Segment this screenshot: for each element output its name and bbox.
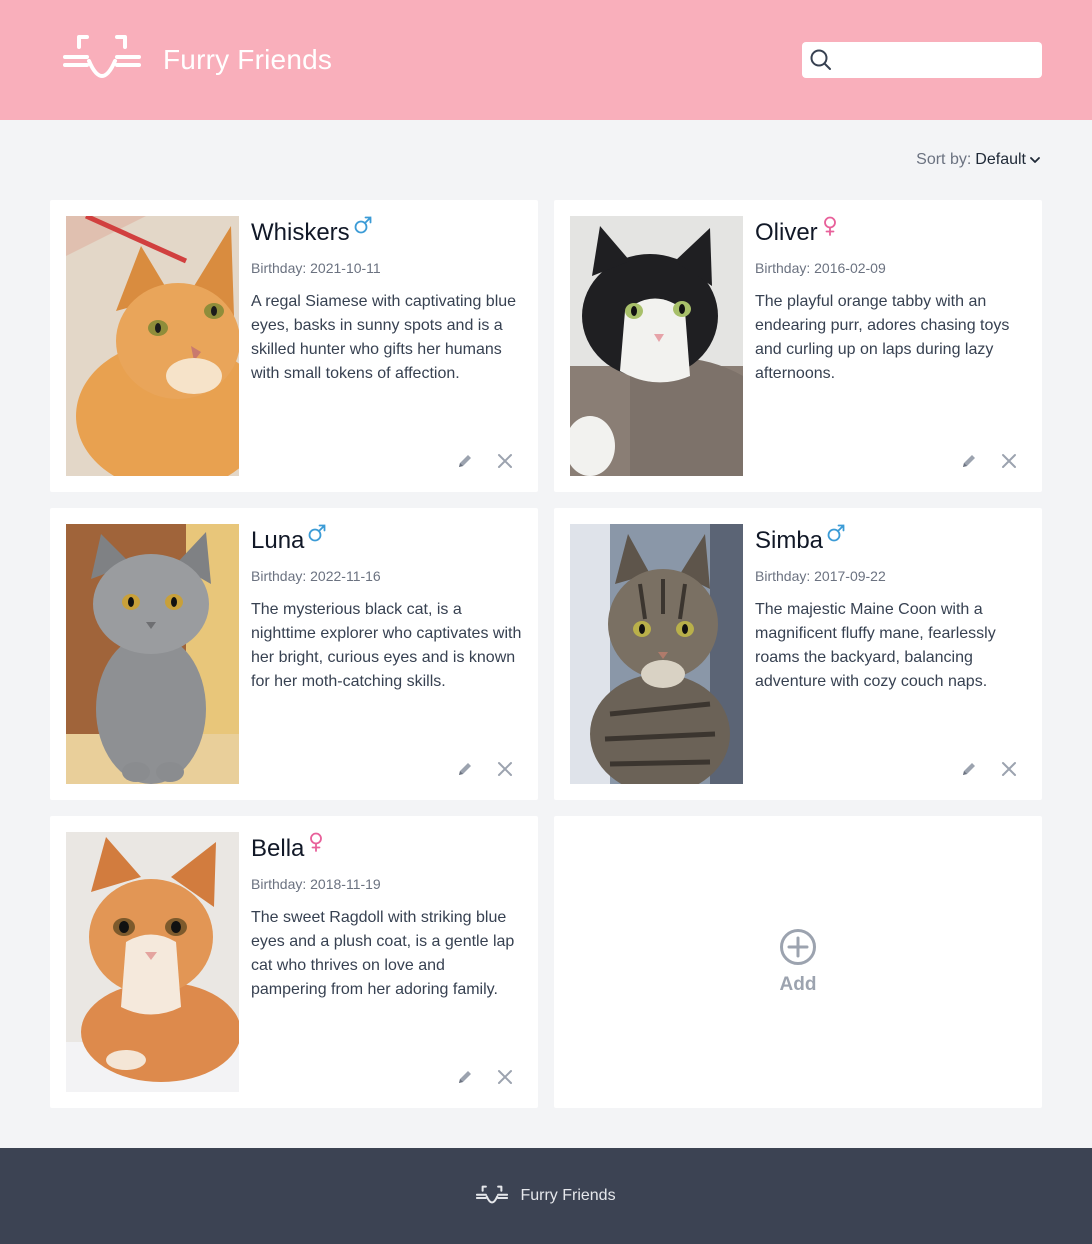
pet-name-row: Oliver: [755, 216, 1026, 248]
pencil-icon: [459, 763, 471, 775]
pencil-icon: [963, 455, 975, 467]
card-actions: [456, 452, 514, 470]
pet-name-row: Whiskers: [251, 216, 522, 248]
birthday-value: 2022-11-16: [310, 568, 381, 584]
pet-birthday: Birthday: 2018-11-19: [251, 876, 522, 892]
birthday-label: Birthday:: [755, 568, 811, 584]
card-actions: [960, 452, 1018, 470]
pet-photo: [66, 216, 239, 476]
add-pet-button[interactable]: Add: [554, 816, 1042, 1108]
search-input[interactable]: [832, 42, 1042, 78]
pet-photo: [66, 832, 239, 1092]
birthday-label: Birthday:: [251, 876, 307, 892]
pet-card: Simba Birthday: 2017-09-22 The majestic …: [554, 508, 1042, 800]
edit-button[interactable]: [456, 760, 474, 778]
pet-name: Oliver: [755, 219, 818, 246]
card-actions: [456, 760, 514, 778]
male-icon: [308, 524, 326, 542]
edit-button[interactable]: [960, 760, 978, 778]
delete-button[interactable]: [1000, 760, 1018, 778]
app-header: Furry Friends: [0, 0, 1092, 120]
cat-face-logo-icon: [476, 1185, 509, 1204]
pet-name: Luna: [251, 527, 305, 554]
pencil-icon: [459, 455, 471, 467]
app-footer: Furry Friends: [0, 1148, 1092, 1244]
pet-card: Oliver Birthday: 2016-02-09 The playful …: [554, 200, 1042, 492]
birthday-label: Birthday:: [251, 568, 307, 584]
birthday-value: 2017-09-22: [814, 568, 886, 584]
pet-name: Bella: [251, 835, 305, 862]
delete-button[interactable]: [496, 1068, 514, 1086]
pencil-icon: [963, 763, 975, 775]
pencil-icon: [459, 1071, 471, 1083]
brand[interactable]: Furry Friends: [63, 33, 332, 87]
pet-info: Whiskers Birthday: 2021-10-11 A regal Si…: [251, 216, 522, 476]
pet-name-row: Simba: [755, 524, 1026, 556]
birthday-label: Birthday:: [755, 260, 811, 276]
male-icon: [827, 524, 845, 542]
pet-info: Oliver Birthday: 2016-02-09 The playful …: [755, 216, 1026, 476]
pet-birthday: Birthday: 2016-02-09: [755, 260, 1026, 276]
pet-name: Simba: [755, 527, 824, 554]
pet-name-row: Luna: [251, 524, 522, 556]
pet-grid: Whiskers Birthday: 2021-10-11 A regal Si…: [0, 200, 1092, 1108]
pet-birthday: Birthday: 2017-09-22: [755, 568, 1026, 584]
pet-description: The sweet Ragdoll with striking blue eye…: [251, 909, 515, 998]
pet-info: Bella Birthday: 2018-11-19 The sweet Rag…: [251, 832, 522, 1092]
pet-card: Whiskers Birthday: 2021-10-11 A regal Si…: [50, 200, 538, 492]
plus-circle-icon: [780, 929, 816, 965]
delete-button[interactable]: [1000, 452, 1018, 470]
card-actions: [960, 760, 1018, 778]
pet-description: The mysterious black cat, is a nighttime…: [251, 601, 522, 690]
pet-photo: [570, 524, 743, 784]
footer-brand-name: Furry Friends: [520, 1187, 616, 1204]
delete-button[interactable]: [496, 452, 514, 470]
male-icon: [354, 216, 372, 234]
brand-name: Furry Friends: [163, 44, 333, 75]
birthday-value: 2021-10-11: [310, 260, 381, 276]
pet-description: The playful orange tabby with an endeari…: [755, 293, 1010, 382]
pet-card: Bella Birthday: 2018-11-19 The sweet Rag…: [50, 816, 538, 1108]
pet-photo: [570, 216, 743, 476]
chevron-down-icon: [1030, 157, 1040, 163]
sort-label: Sort by:: [916, 151, 972, 168]
edit-button[interactable]: [960, 452, 978, 470]
pet-name: Whiskers: [251, 219, 350, 246]
cat-face-logo-icon: [63, 35, 141, 78]
female-icon: [310, 832, 323, 852]
delete-button[interactable]: [496, 760, 514, 778]
close-icon: [498, 454, 512, 468]
sort-value: Default: [975, 151, 1026, 168]
search-icon: [810, 49, 831, 70]
birthday-value: 2018-11-19: [310, 876, 381, 892]
close-icon: [498, 1070, 512, 1084]
birthday-label: Birthday:: [251, 260, 307, 276]
pet-description: The majestic Maine Coon with a magnifice…: [755, 601, 996, 690]
pet-info: Luna Birthday: 2022-11-16 The mysterious…: [251, 524, 522, 784]
search-box[interactable]: [802, 42, 1042, 78]
pet-birthday: Birthday: 2022-11-16: [251, 568, 522, 584]
pet-card: Luna Birthday: 2022-11-16 The mysterious…: [50, 508, 538, 800]
close-icon: [1002, 454, 1016, 468]
birthday-value: 2016-02-09: [814, 260, 886, 276]
sort-dropdown[interactable]: Default: [975, 151, 1040, 169]
add-label: Add: [779, 974, 817, 995]
pet-birthday: Birthday: 2021-10-11: [251, 260, 522, 276]
pet-name-row: Bella: [251, 832, 522, 864]
pet-description: A regal Siamese with captivating blue ey…: [251, 293, 517, 382]
edit-button[interactable]: [456, 452, 474, 470]
close-icon: [498, 762, 512, 776]
female-icon: [823, 216, 836, 236]
card-actions: [456, 1068, 514, 1086]
close-icon: [1002, 762, 1016, 776]
pet-photo: [66, 524, 239, 784]
sort-bar: Sort by: Default: [0, 120, 1092, 200]
edit-button[interactable]: [456, 1068, 474, 1086]
pet-info: Simba Birthday: 2017-09-22 The majestic …: [755, 524, 1026, 784]
